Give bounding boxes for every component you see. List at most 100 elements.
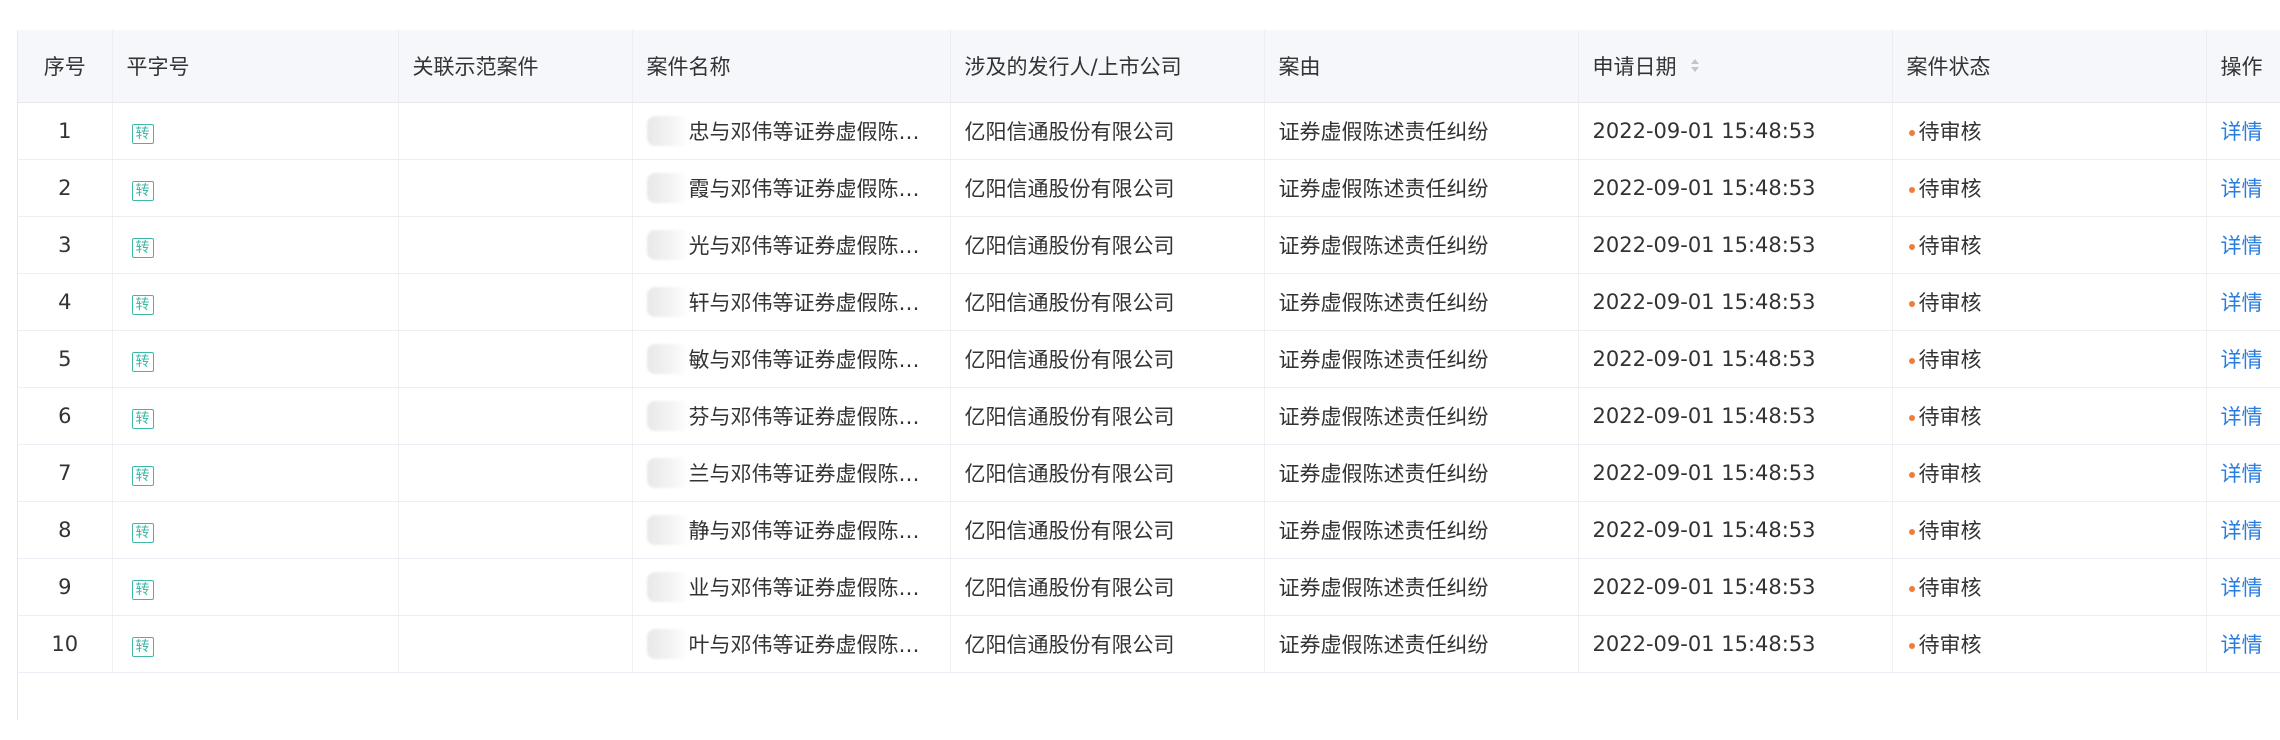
row-index: 1 xyxy=(18,102,113,160)
ping-zi-hao-cell: 转 xyxy=(112,387,399,445)
status-dot-icon xyxy=(1908,415,1915,421)
detail-link[interactable]: 详情 xyxy=(2221,519,2263,543)
table-row: 4 转 轩与邓伟等证券虚假陈述… 亿阳信通股份有限公司 证券虚假陈述责任纠纷 2… xyxy=(18,273,2280,331)
action-cell: 详情 xyxy=(2206,102,2280,160)
column-header-apply-date[interactable]: 申请日期 xyxy=(1578,30,1893,103)
ping-zi-hao-cell: 转 xyxy=(112,159,399,217)
status-label: 待审核 xyxy=(1918,633,1982,657)
related-case-cell xyxy=(398,444,633,502)
cause-cell: 证券虚假陈述责任纠纷 xyxy=(1264,216,1579,274)
redacted-name-blur xyxy=(646,344,689,374)
row-index: 9 xyxy=(18,558,113,616)
apply-date-cell: 2022-09-01 15:48:53 xyxy=(1578,216,1893,274)
column-header-apply-date-label: 申请日期 xyxy=(1592,55,1677,79)
case-name: 敏与邓伟等证券虚假陈述… xyxy=(688,348,939,372)
issuer-cell: 亿阳信通股份有限公司 xyxy=(950,273,1265,331)
row-index: 8 xyxy=(18,501,113,559)
case-name-cell: 轩与邓伟等证券虚假陈述… xyxy=(632,273,951,331)
ping-zi-hao-cell: 转 xyxy=(112,273,399,331)
transfer-tag: 转 xyxy=(131,408,154,429)
row-index: 5 xyxy=(18,330,113,388)
case-name-cell: 芬与邓伟等证券虚假陈述… xyxy=(632,387,951,445)
case-name: 光与邓伟等证券虚假陈述… xyxy=(688,234,939,258)
detail-link[interactable]: 详情 xyxy=(2221,120,2263,144)
detail-link[interactable]: 详情 xyxy=(2221,291,2263,315)
status-label: 待审核 xyxy=(1918,576,1982,600)
cause-cell: 证券虚假陈述责任纠纷 xyxy=(1264,558,1579,616)
apply-date-cell: 2022-09-01 15:48:53 xyxy=(1578,387,1893,445)
case-name-cell: 兰与邓伟等证券虚假陈述… xyxy=(632,444,951,502)
cause-cell: 证券虚假陈述责任纠纷 xyxy=(1264,159,1579,217)
status-label: 待审核 xyxy=(1918,519,1982,543)
ping-zi-hao-cell: 转 xyxy=(112,102,399,160)
ping-zi-hao-cell: 转 xyxy=(112,444,399,502)
column-header-related-case: 关联示范案件 xyxy=(398,30,633,103)
ping-zi-hao-cell: 转 xyxy=(112,615,399,673)
action-cell: 详情 xyxy=(2206,615,2280,673)
cause-cell: 证券虚假陈述责任纠纷 xyxy=(1264,615,1579,673)
case-name: 轩与邓伟等证券虚假陈述… xyxy=(688,291,939,315)
status-cell: 待审核 xyxy=(1892,501,2207,559)
related-case-cell xyxy=(398,102,633,160)
status-label: 待审核 xyxy=(1918,234,1982,258)
row-index: 10 xyxy=(18,615,113,673)
column-header-index: 序号 xyxy=(18,30,113,103)
redacted-name-blur xyxy=(646,230,689,260)
apply-date-cell: 2022-09-01 15:48:53 xyxy=(1578,273,1893,331)
case-name-cell: 叶与邓伟等证券虚假陈述… xyxy=(632,615,951,673)
status-cell: 待审核 xyxy=(1892,444,2207,502)
transfer-tag: 转 xyxy=(131,180,154,201)
transfer-tag: 转 xyxy=(131,522,154,543)
transfer-tag: 转 xyxy=(131,294,154,315)
related-case-cell xyxy=(398,273,633,331)
apply-date-cell: 2022-09-01 15:48:53 xyxy=(1578,615,1893,673)
action-cell: 详情 xyxy=(2206,216,2280,274)
status-dot-icon xyxy=(1908,529,1915,535)
table-row: 6 转 芬与邓伟等证券虚假陈述… 亿阳信通股份有限公司 证券虚假陈述责任纠纷 2… xyxy=(18,387,2280,445)
status-label: 待审核 xyxy=(1918,348,1982,372)
detail-link[interactable]: 详情 xyxy=(2221,348,2263,372)
status-label: 待审核 xyxy=(1918,177,1982,201)
transfer-tag: 转 xyxy=(131,636,154,657)
detail-link[interactable]: 详情 xyxy=(2221,234,2263,258)
action-cell: 详情 xyxy=(2206,273,2280,331)
ping-zi-hao-cell: 转 xyxy=(112,330,399,388)
detail-link[interactable]: 详情 xyxy=(2221,405,2263,429)
table-row: 7 转 兰与邓伟等证券虚假陈述… 亿阳信通股份有限公司 证券虚假陈述责任纠纷 2… xyxy=(18,444,2280,502)
table-row: 8 转 静与邓伟等证券虚假陈述责… 亿阳信通股份有限公司 证券虚假陈述责任纠纷 … xyxy=(18,501,2280,559)
action-cell: 详情 xyxy=(2206,558,2280,616)
sort-caret-icon[interactable] xyxy=(1691,59,1700,73)
status-dot-icon xyxy=(1908,187,1915,193)
table-row: 1 转 忠与邓伟等证券虚假陈述… 亿阳信通股份有限公司 证券虚假陈述责任纠纷 2… xyxy=(18,102,2280,160)
related-case-cell xyxy=(398,558,633,616)
status-cell: 待审核 xyxy=(1892,330,2207,388)
related-case-cell xyxy=(398,216,633,274)
related-case-cell xyxy=(398,330,633,388)
apply-date-cell: 2022-09-01 15:48:53 xyxy=(1578,330,1893,388)
issuer-cell: 亿阳信通股份有限公司 xyxy=(950,615,1265,673)
issuer-cell: 亿阳信通股份有限公司 xyxy=(950,216,1265,274)
detail-link[interactable]: 详情 xyxy=(2221,633,2263,657)
status-cell: 待审核 xyxy=(1892,615,2207,673)
related-case-cell xyxy=(398,159,633,217)
row-index: 4 xyxy=(18,273,113,331)
case-name: 霞与邓伟等证券虚假陈述… xyxy=(688,177,939,201)
case-name-cell: 敏与邓伟等证券虚假陈述… xyxy=(632,330,951,388)
redacted-name-blur xyxy=(646,401,689,431)
redacted-name-blur xyxy=(646,515,689,545)
status-cell: 待审核 xyxy=(1892,387,2207,445)
table-header: 序号 平字号 关联示范案件 案件名称 涉及的发行人/上市公司 案由 申请日期 案… xyxy=(18,30,2280,103)
detail-link[interactable]: 详情 xyxy=(2221,576,2263,600)
status-cell: 待审核 xyxy=(1892,558,2207,616)
apply-date-cell: 2022-09-01 15:48:53 xyxy=(1578,444,1893,502)
status-label: 待审核 xyxy=(1918,462,1982,486)
case-name-cell: 光与邓伟等证券虚假陈述… xyxy=(632,216,951,274)
detail-link[interactable]: 详情 xyxy=(2221,177,2263,201)
related-case-cell xyxy=(398,387,633,445)
status-cell: 待审核 xyxy=(1892,216,2207,274)
transfer-tag: 转 xyxy=(131,351,154,372)
column-header-cause: 案由 xyxy=(1264,30,1579,103)
detail-link[interactable]: 详情 xyxy=(2221,462,2263,486)
cause-cell: 证券虚假陈述责任纠纷 xyxy=(1264,330,1579,388)
table-row: 5 转 敏与邓伟等证券虚假陈述… 亿阳信通股份有限公司 证券虚假陈述责任纠纷 2… xyxy=(18,330,2280,388)
